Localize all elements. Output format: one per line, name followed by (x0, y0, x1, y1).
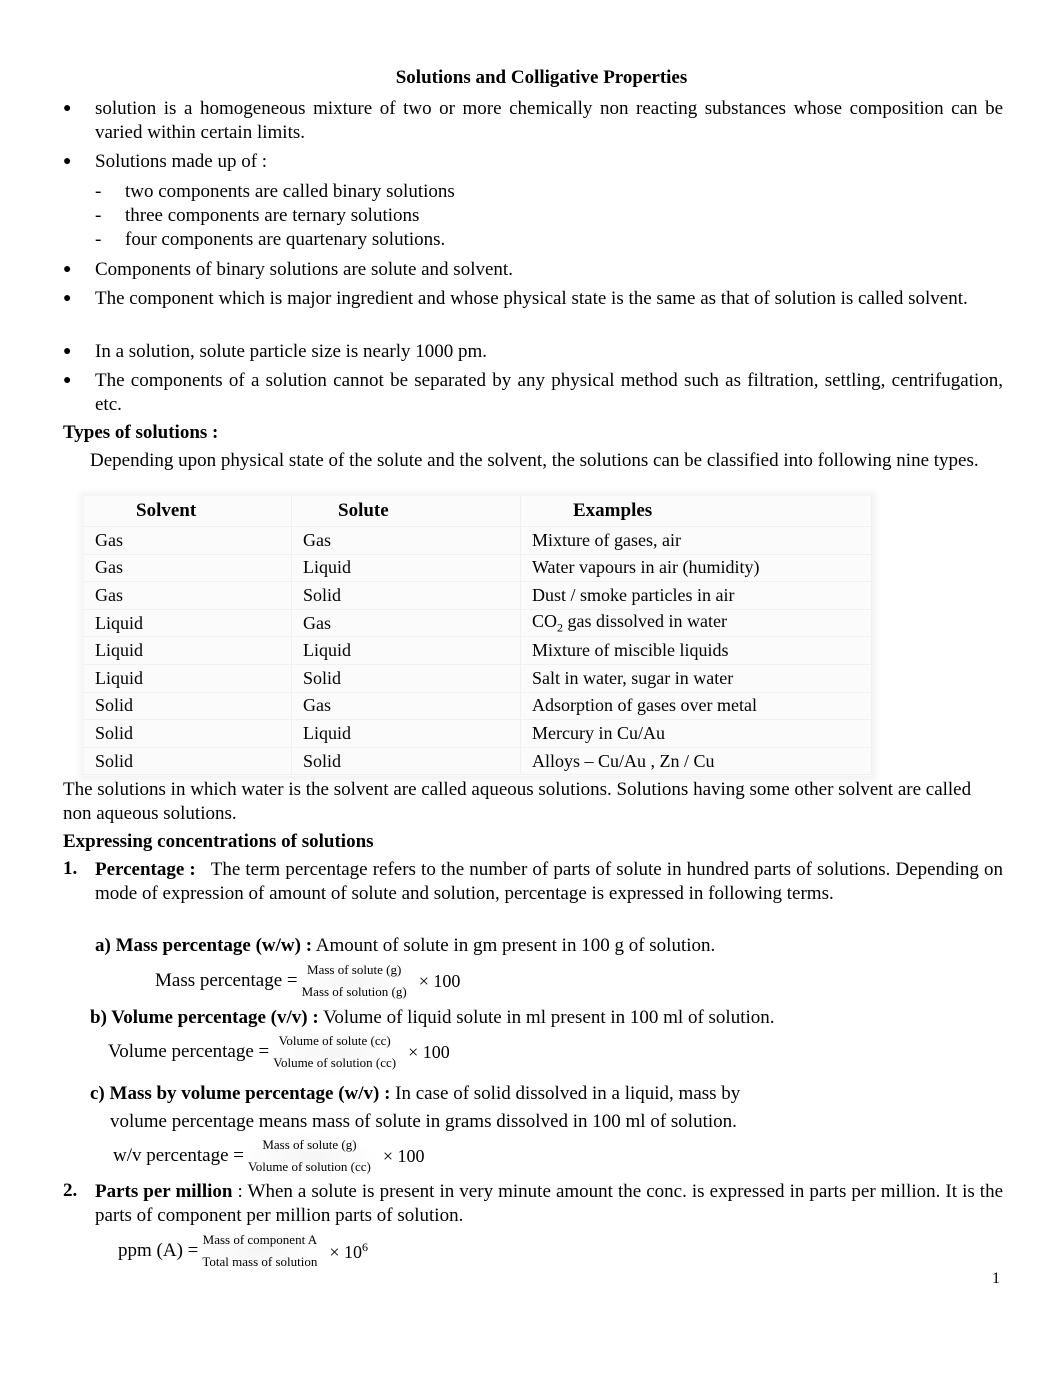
table-row: Solid Liquid Mercury in Cu/Au (84, 719, 872, 748)
header-solvent: Solvent (84, 496, 292, 527)
mass-by-volume-def-cont: volume percentage means mass of solute i… (110, 1111, 737, 1132)
table-header-row: Solvent Solute Examples (84, 496, 872, 527)
bullet-item: ● solution is a homogeneous mixture of t… (63, 98, 1003, 143)
ppm-formula: ppm (A) = Mass of component A Total mass … (118, 1229, 368, 1273)
sub-list-item: - two components are called binary soluti… (95, 181, 455, 202)
table-row: Liquid Gas CO2 gas dissolved in water (84, 609, 872, 638)
aqueous-paragraph: The solutions in which water is the solv… (63, 779, 972, 824)
solutions-table: Solvent Solute Examples Gas Gas Mixture of… (84, 496, 872, 776)
sub-list-item: - four components are quartenary solution… (95, 229, 446, 250)
header-examples: Examples (520, 496, 872, 527)
header-solute: Solute (291, 496, 521, 527)
fraction: Mass of component A Total mass of solutio… (198, 1229, 322, 1273)
bullet-item: ● Solutions made up of : (63, 151, 268, 172)
mass-percentage-def: a) Mass percentage (w/w) : Amount of sol… (95, 935, 716, 956)
table-row: Gas Liquid Water vapours in air (humidity) (84, 554, 872, 583)
bullet-icon: ● (63, 291, 72, 306)
bullet-icon: ● (63, 262, 72, 277)
volume-percentage-def: b) Volume percentage (v/v) : Volume of l… (90, 1007, 775, 1028)
sub-list-item: - three components are ternary solutions (95, 205, 420, 226)
fraction: Mass of solute (g) Volume of solution (cc… (244, 1134, 375, 1178)
volume-percentage-formula: Volume percentage = Volume of solute (cc… (108, 1030, 450, 1074)
table-row: Solid Gas Adsorption of gases over metal (84, 692, 872, 721)
fraction: Volume of solute (cc) Volume of solution … (269, 1030, 401, 1074)
ppm-label: Parts per million (95, 1181, 233, 1202)
bullet-item: ● Components of binary solutions are sol… (63, 259, 513, 280)
table-row: Liquid Solid Salt in water, sugar in water (84, 664, 872, 693)
dash-icon: - (95, 181, 102, 202)
bullet-icon: ● (63, 373, 72, 388)
types-heading: Types of solutions : (63, 422, 219, 443)
bullet-item: ● The components of a solution cannot be… (63, 370, 1003, 415)
page-title: Solutions and Colligative Properties (395, 67, 688, 88)
bullet-icon: ● (63, 344, 72, 359)
bullet-item: ● In a solution, solute particle size is… (63, 341, 488, 362)
percentage-label: Percentage : (95, 859, 196, 880)
table-row: Solid Solid Alloys – Cu/Au , Zn / Cu (84, 747, 872, 776)
example-co2: CO2 gas dissolved in water (520, 609, 872, 638)
item-number: 2. (63, 1180, 78, 1201)
bullet-icon: ● (63, 154, 72, 169)
ppm-item: 2. Parts per million : When a solute is … (63, 1180, 1004, 1226)
dash-icon: - (95, 205, 102, 226)
mass-by-volume-formula: w/v percentage = Mass of solute (g) Volum… (113, 1134, 425, 1178)
mass-by-volume-def: c) Mass by volume percentage (w/v) : In … (90, 1083, 741, 1104)
types-intro: Depending upon physical state of the sol… (90, 450, 979, 471)
table-row: Gas Gas Mixture of gases, air (84, 526, 872, 555)
item-number: 1. (63, 858, 78, 879)
bullet-item: ● The component which is major ingredien… (63, 288, 968, 309)
percentage-item: 1. Percentage : The term percentage refe… (63, 858, 1003, 904)
dash-icon: - (95, 229, 102, 250)
mass-percentage-formula: Mass percentage = Mass of solute (g) Mass… (155, 959, 460, 1003)
bullet-icon: ● (63, 101, 72, 116)
table-row: Liquid Liquid Mixture of miscible liquids (84, 636, 872, 665)
page-number: 1 (992, 1270, 1000, 1287)
fraction: Mass of solute (g) Mass of solution (g) (297, 959, 411, 1003)
concentration-heading: Expressing concentrations of solutions (63, 831, 374, 852)
table-row: Gas Solid Dust / smoke particles in air (84, 581, 872, 610)
